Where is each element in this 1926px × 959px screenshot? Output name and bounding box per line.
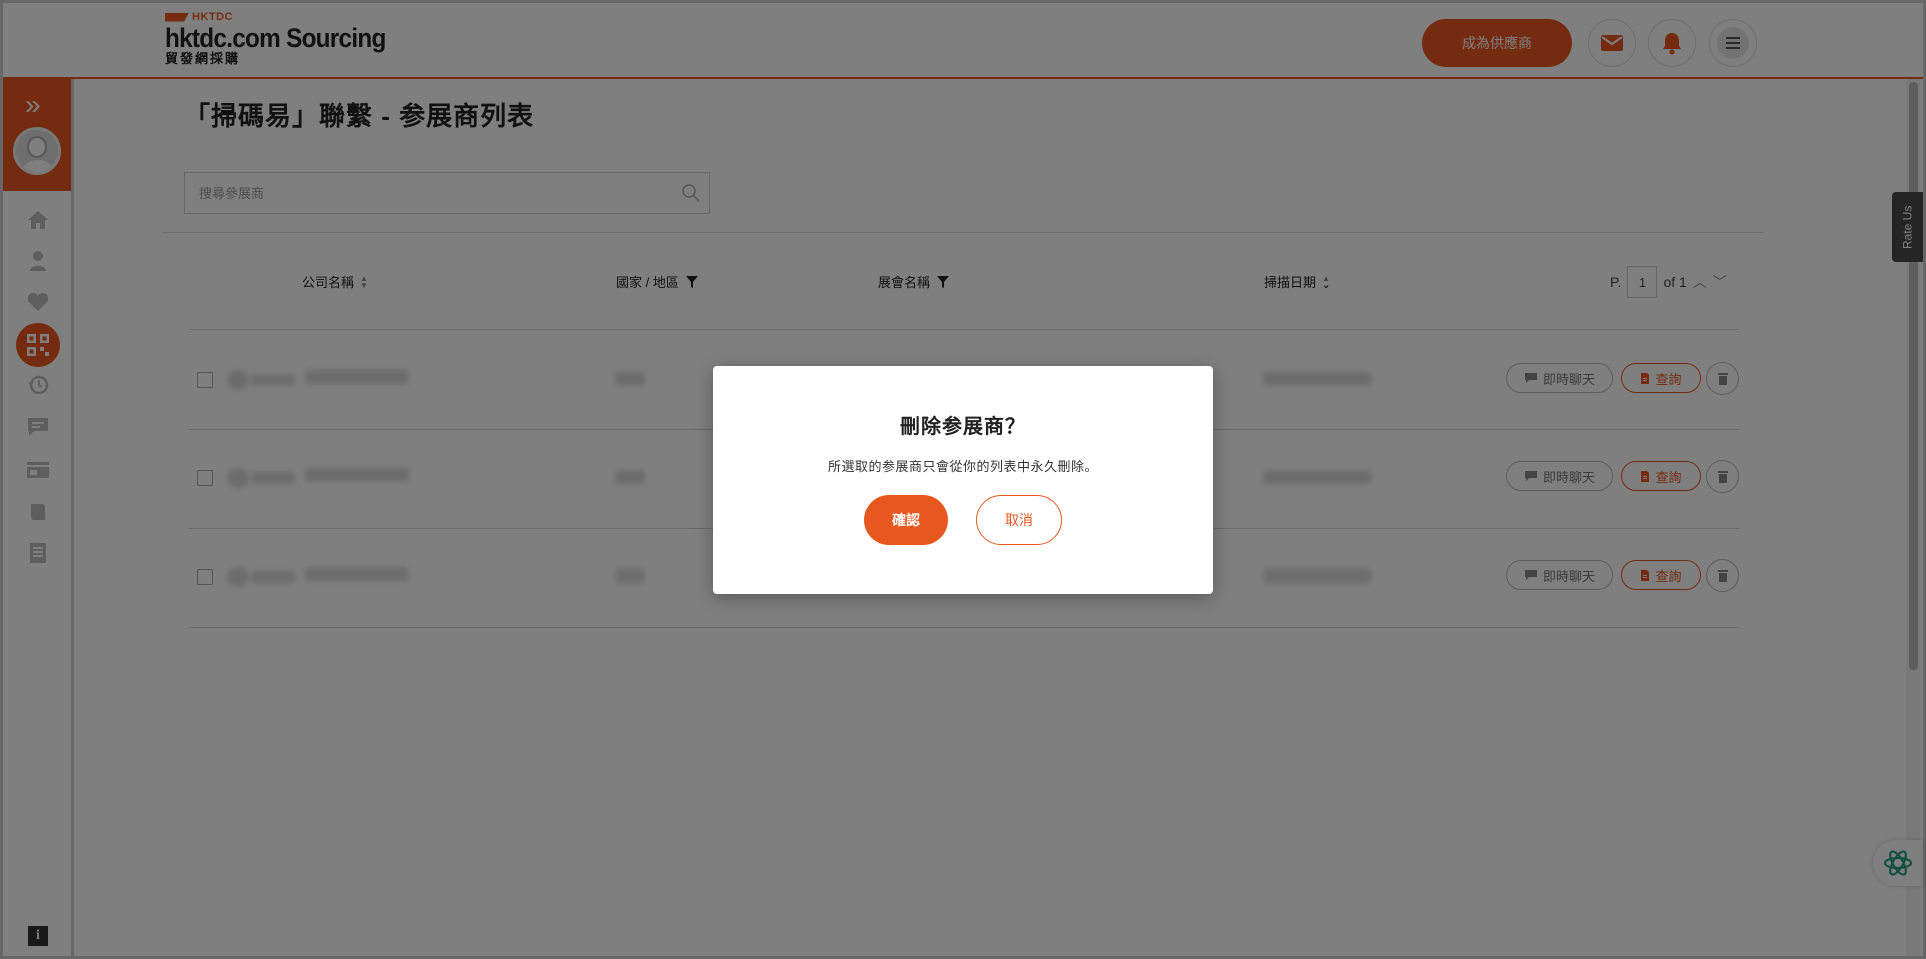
confirm-button[interactable]: 確認 <box>864 495 948 545</box>
dialog-message: 所選取的参展商只會從你的列表中永久刪除。 <box>827 459 1098 474</box>
delete-confirm-dialog: 刪除参展商？ 所選取的参展商只會從你的列表中永久刪除。 確認 取消 <box>713 366 1213 594</box>
cancel-button[interactable]: 取消 <box>976 495 1062 545</box>
dialog-title: 刪除参展商？ <box>900 416 1026 438</box>
